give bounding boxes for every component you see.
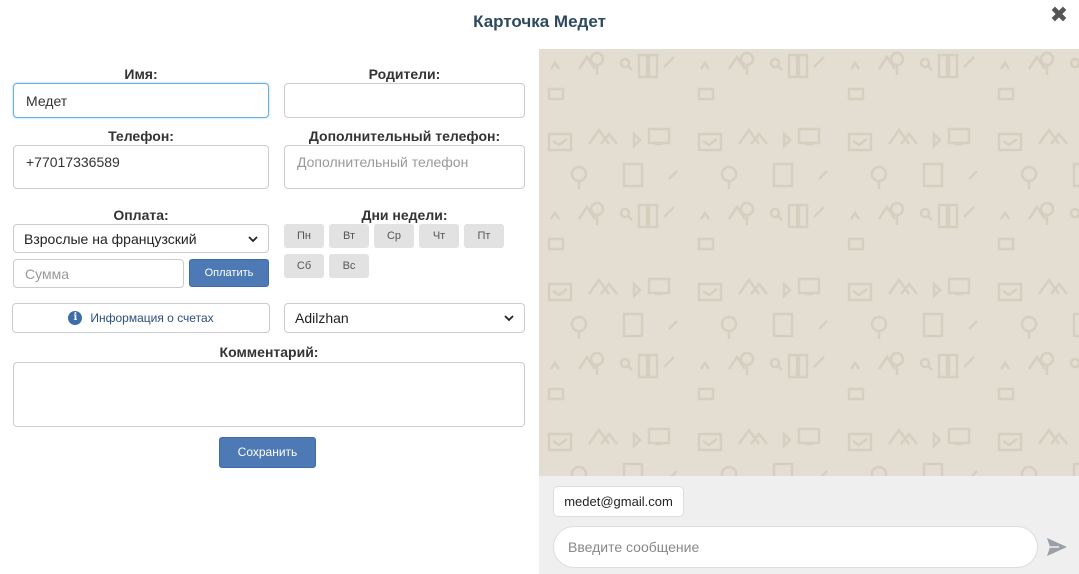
payment-label: Оплата: — [113, 207, 169, 223]
name-field[interactable] — [13, 83, 269, 118]
amount-field[interactable] — [13, 259, 184, 288]
pay-button[interactable]: Оплатить — [189, 259, 269, 287]
send-icon[interactable] — [1044, 535, 1070, 559]
day-sat[interactable]: Сб — [284, 254, 324, 278]
day-sun[interactable]: Вс — [329, 254, 369, 278]
payment-select[interactable]: Взрослые на французский — [13, 224, 269, 253]
parents-field[interactable] — [284, 83, 525, 118]
extra-phone-field[interactable] — [284, 145, 525, 189]
save-button[interactable]: Сохранить — [219, 437, 316, 468]
phone-field[interactable]: +77017336589 — [13, 145, 269, 189]
comment-label: Комментарий: — [219, 344, 319, 360]
page-title: Карточка Медет — [473, 12, 606, 31]
extra-phone-label: Дополнительный телефон: — [308, 128, 501, 144]
day-mon[interactable]: Пн — [284, 224, 324, 248]
teacher-select-value: Adilzhan — [295, 310, 349, 326]
day-tue[interactable]: Вт — [329, 224, 369, 248]
chat-history[interactable] — [539, 49, 1079, 476]
chat-wallpaper-pattern — [539, 49, 1079, 476]
chevron-down-icon — [504, 315, 514, 322]
invoices-info-button[interactable]: i Информация о счетах — [12, 303, 270, 333]
day-wed[interactable]: Ср — [374, 224, 414, 248]
close-icon[interactable]: ✖ — [1049, 4, 1069, 26]
name-label: Имя: — [124, 66, 158, 82]
invoices-info-label: Информация о счетах — [90, 311, 214, 325]
chevron-down-icon — [248, 235, 258, 242]
phone-label: Телефон: — [108, 128, 174, 144]
info-icon: i — [68, 311, 83, 325]
weekdays-label: Дни недели: — [361, 207, 448, 223]
message-input[interactable] — [553, 526, 1038, 568]
day-thu[interactable]: Чт — [419, 224, 459, 248]
teacher-select[interactable]: Adilzhan — [284, 303, 525, 333]
email-chip[interactable]: medet@gmail.com — [553, 486, 684, 517]
payment-select-value: Взрослые на французский — [24, 230, 197, 247]
day-fri[interactable]: Пт — [464, 224, 504, 248]
comment-field[interactable] — [13, 362, 525, 427]
parents-label: Родители: — [368, 66, 441, 82]
